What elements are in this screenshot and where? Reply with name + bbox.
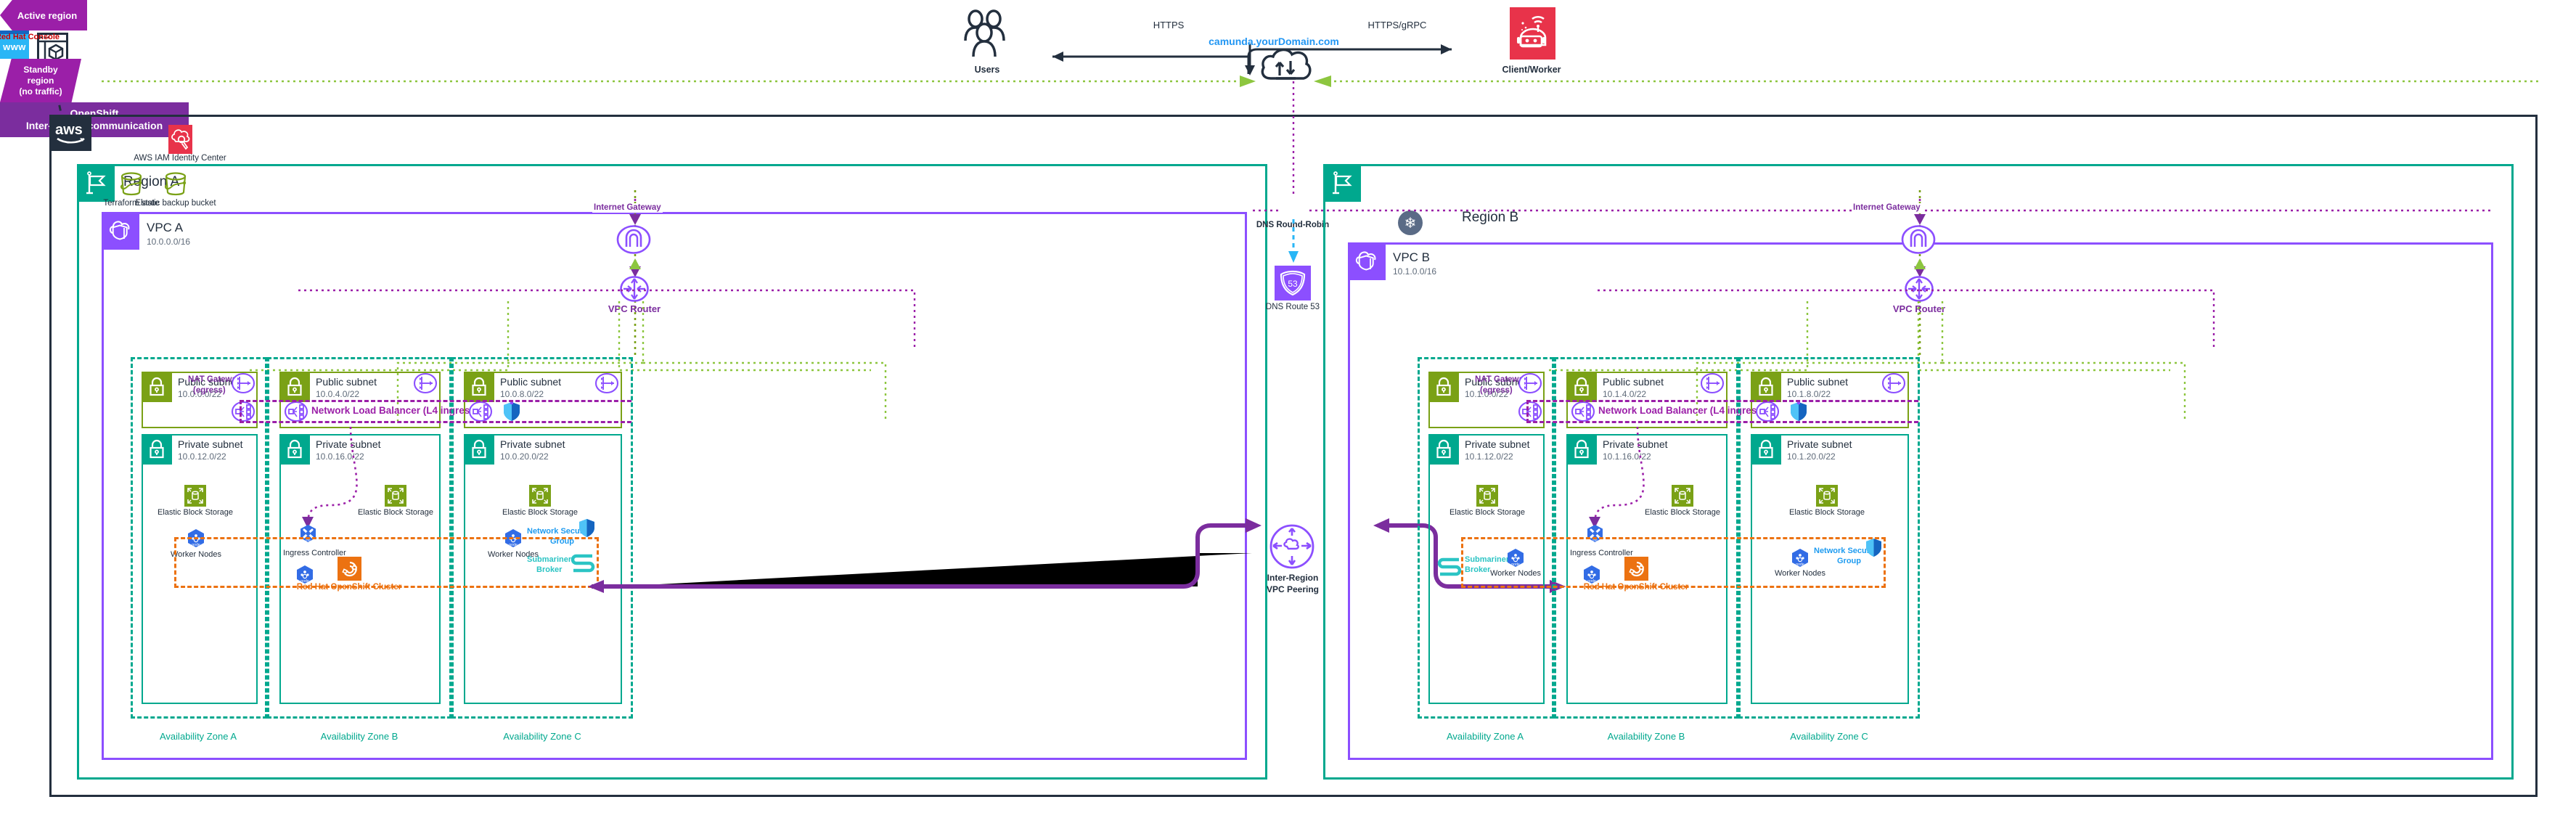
svg-text:53: 53 bbox=[1288, 279, 1298, 289]
client-worker-icon bbox=[1510, 7, 1555, 60]
region-b-az-c-ebs-label: Elastic Block Storage bbox=[1789, 508, 1865, 517]
public-subnet-lock-icon bbox=[1751, 372, 1781, 402]
standby-region-line-1: Standby bbox=[23, 64, 58, 75]
aws-iam-identity-center-label: AWS IAM Identity Center bbox=[134, 154, 226, 163]
elastic-backup-bucket-icon bbox=[163, 172, 189, 197]
region-a-openshift-band-left-edge bbox=[174, 537, 176, 588]
aws-logo: aws bbox=[49, 115, 91, 151]
active-region-label: Active region bbox=[17, 9, 78, 21]
region-a-az-b-ebs-icon bbox=[385, 485, 406, 507]
elastic-backup-bucket-label: Elastic backup bucket bbox=[135, 199, 216, 208]
svg-text:aws: aws bbox=[55, 122, 83, 138]
users-label: Users bbox=[974, 65, 1000, 75]
region-a-az-b-label: Availability Zone B bbox=[320, 731, 398, 742]
https-grpc-label: HTTPS/gRPC bbox=[1365, 20, 1430, 31]
region-b-az-c-ebs-icon bbox=[1816, 485, 1838, 507]
region-b-az-c-public-cidr: 10.1.8.0/22 bbox=[1787, 389, 1831, 399]
terraform-state-bucket-icon bbox=[118, 172, 144, 197]
dns-route53-icon: 53 bbox=[1275, 266, 1311, 300]
public-subnet-lock-icon bbox=[142, 372, 172, 402]
standby-region-text: Standby region (no traffic) bbox=[19, 65, 62, 97]
private-subnet-lock-icon bbox=[464, 434, 494, 465]
active-region-ribbon: Active region bbox=[0, 0, 87, 30]
region-a-az-b-public-cidr: 10.0.4.0/22 bbox=[316, 389, 360, 399]
region-b-az-a-private-title: Private subnet bbox=[1465, 438, 1530, 450]
cloud-green-dotted-right bbox=[1312, 75, 2539, 87]
internet-cloud-icon bbox=[1259, 45, 1314, 83]
users-icon bbox=[963, 9, 1010, 58]
public-subnet-lock-icon bbox=[279, 372, 310, 402]
region-b-az-c-private-cidr: 10.1.20.0/22 bbox=[1787, 451, 1836, 462]
region-a-az-c-label: Availability Zone C bbox=[503, 731, 581, 742]
region-b-openshift-band-right-edge bbox=[1884, 537, 1886, 588]
region-b-flag-icon bbox=[1323, 164, 1361, 202]
cloud-to-www-dotted bbox=[1286, 81, 1301, 197]
region-b-nlb-band-left-edge bbox=[1526, 400, 1529, 423]
region-a-az-c-private-cidr: 10.0.20.0/22 bbox=[500, 451, 549, 462]
region-a-az-b-ebs-label: Elastic Block Storage bbox=[358, 508, 433, 517]
region-b-az-b-nat-gateway-icon bbox=[1700, 372, 1725, 394]
standby-region-line-3: (no traffic) bbox=[19, 86, 62, 97]
region-b-az-a-submariner-icon bbox=[1437, 557, 1462, 578]
region-a-az-a-nat-gateway-icon bbox=[231, 372, 255, 394]
region-a-az-a-private-title: Private subnet bbox=[178, 438, 243, 450]
region-b-az-b-ebs-icon bbox=[1672, 485, 1693, 507]
region-a-az-a-ebs-icon bbox=[184, 485, 206, 507]
region-b-az-a-private-cidr: 10.1.12.0/22 bbox=[1465, 451, 1513, 462]
region-a-az-a-ebs-label: Elastic Block Storage bbox=[158, 508, 233, 517]
public-subnet-lock-icon bbox=[1428, 372, 1459, 402]
dns-route53-label: DNS Route 53 bbox=[1265, 303, 1320, 311]
region-b-openshift-band-left-edge bbox=[1461, 537, 1463, 588]
region-b-az-b-public-cidr: 10.1.4.0/22 bbox=[1603, 389, 1647, 399]
region-b-az-a-ebs-icon bbox=[1476, 485, 1498, 507]
www-to-route53-arrow bbox=[1286, 219, 1301, 264]
region-a-az-c-public-title: Public subnet bbox=[500, 376, 562, 388]
region-a-az-c-ebs-label: Elastic Block Storage bbox=[502, 508, 578, 517]
public-subnet-lock-icon bbox=[1566, 372, 1597, 402]
region-b-az-b-public-title: Public subnet bbox=[1603, 376, 1664, 388]
region-a-az-b-nat-gateway-icon bbox=[413, 372, 438, 394]
architecture-diagram-canvas: Red Hat Console Users Client/Worker HTTP… bbox=[0, 0, 2576, 818]
region-b-openshift-dashed-band bbox=[1461, 537, 1886, 588]
www-label: www bbox=[3, 41, 26, 52]
region-a-az-c-nat-gateway-icon bbox=[594, 372, 619, 394]
aws-iam-identity-center-icon bbox=[168, 125, 192, 154]
private-subnet-lock-icon bbox=[142, 434, 172, 465]
region-a-az-a-nat-gateway-label-2: (egress) bbox=[193, 386, 226, 395]
region-b-az-c-private-title: Private subnet bbox=[1787, 438, 1852, 450]
region-a-az-b-public-title: Public subnet bbox=[316, 376, 377, 388]
https-label: HTTPS bbox=[1150, 20, 1187, 31]
region-b-nlb-dashed-band bbox=[1526, 400, 1918, 423]
region-a-nlb-dashed-band bbox=[240, 400, 631, 423]
client-worker-label: Client/Worker bbox=[1502, 65, 1561, 75]
region-b-az-c-public-title: Public subnet bbox=[1787, 376, 1849, 388]
region-b-az-b-ebs-label: Elastic Block Storage bbox=[1645, 508, 1720, 517]
region-b-az-c-nat-gateway-icon bbox=[1881, 372, 1906, 394]
region-b-az-c-label: Availability Zone C bbox=[1790, 731, 1868, 742]
region-a-az-c-ebs-icon bbox=[529, 485, 551, 507]
public-subnet-lock-icon bbox=[464, 372, 494, 402]
private-subnet-lock-icon bbox=[1751, 434, 1781, 465]
region-a-nlb-band-left-edge bbox=[240, 400, 242, 423]
standby-region-ribbon: Standby region (no traffic) bbox=[0, 59, 81, 102]
region-b-az-a-ebs-label: Elastic Block Storage bbox=[1449, 508, 1525, 517]
cloud-green-dotted-left bbox=[102, 75, 1263, 87]
region-a-az-c-private-title: Private subnet bbox=[500, 438, 565, 450]
region-a-az-a-private-cidr: 10.0.12.0/22 bbox=[178, 451, 226, 462]
private-subnet-lock-icon bbox=[1428, 434, 1459, 465]
region-a-az-a-label: Availability Zone A bbox=[160, 731, 237, 742]
region-a-az-c-public-cidr: 10.0.8.0/22 bbox=[500, 389, 544, 399]
domain-down-arrow bbox=[1243, 44, 1257, 77]
region-b-az-a-nat-gateway-icon bbox=[1518, 372, 1542, 394]
region-a-openshift-dashed-band bbox=[174, 537, 599, 588]
region-b-az-a-nat-gateway-label-2: (egress) bbox=[1480, 386, 1513, 395]
red-hat-console-label: Red Hat Console bbox=[0, 33, 60, 41]
region-a-flag-icon bbox=[77, 164, 115, 202]
region-b-az-a-label: Availability Zone A bbox=[1447, 731, 1524, 742]
region-b-az-b-label: Availability Zone B bbox=[1607, 731, 1685, 742]
standby-region-line-2: region bbox=[27, 75, 54, 86]
